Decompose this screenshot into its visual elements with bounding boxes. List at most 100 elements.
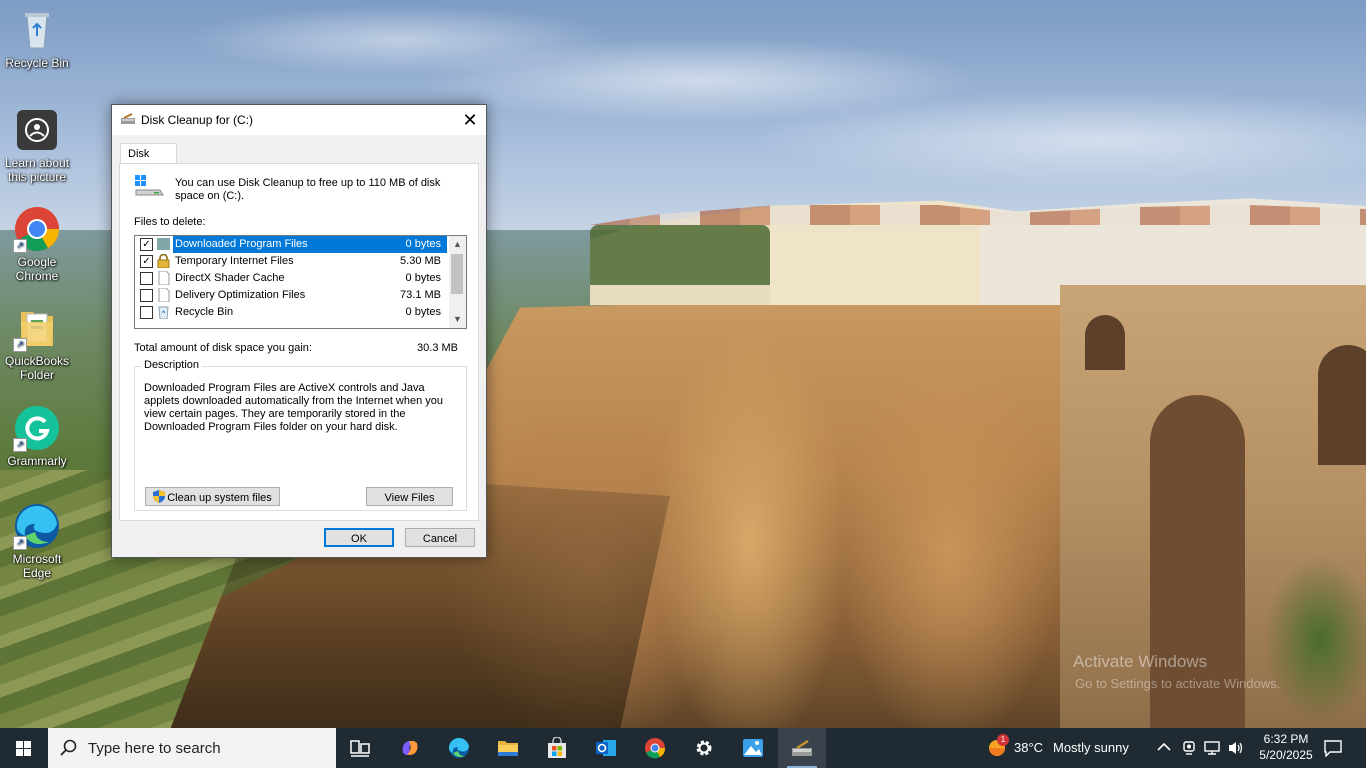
desktop-icon-quickbooks-folder[interactable]: ↗ QuickBooks Folder: [0, 304, 74, 382]
scroll-down-icon[interactable]: ▼: [449, 311, 466, 328]
microsoft-store-button[interactable]: [533, 728, 581, 768]
file-explorer-icon: [498, 741, 518, 756]
recycle-bin-icon: [13, 6, 61, 54]
file-row-temporary-internet-files[interactable]: ✓ Temporary Internet Files 5.30 MB: [135, 253, 447, 270]
file-size: 0 bytes: [405, 272, 441, 284]
network-button[interactable]: [1201, 728, 1223, 768]
file-row-downloaded-program-files[interactable]: ✓ Downloaded Program Files 0 bytes: [135, 236, 447, 253]
file-name: Delivery Optimization Files: [175, 289, 306, 301]
desktop-icon-grammarly[interactable]: ↗ Grammarly: [0, 404, 74, 468]
cancel-button[interactable]: Cancel: [405, 528, 475, 547]
dialog-title: Disk Cleanup for (C:): [141, 113, 254, 127]
scrollbar-thumb[interactable]: [451, 254, 463, 294]
desktop-icon-label: QuickBooks Folder: [4, 354, 70, 382]
weather-temperature: 38°C: [1014, 740, 1044, 755]
drive-icon: [134, 174, 164, 198]
clean-up-system-files-button[interactable]: Clean up system files: [145, 487, 280, 506]
info-text: You can use Disk Cleanup to free up to 1…: [175, 177, 441, 202]
clock-date: 5/20/2025: [1259, 748, 1313, 762]
checkbox-downloaded-program-files[interactable]: ✓: [140, 238, 153, 251]
desktop-icon-learn-about-picture[interactable]: Learn about this picture: [0, 106, 74, 184]
description-group: Description Downloaded Program Files are…: [134, 359, 467, 511]
file-explorer-button[interactable]: [484, 728, 532, 768]
taskbar-chrome-button[interactable]: [631, 728, 679, 768]
copilot-button[interactable]: [386, 728, 434, 768]
checkbox-recycle-bin[interactable]: [140, 306, 153, 319]
file-row-delivery-optimization-files[interactable]: Delivery Optimization Files 73.1 MB: [135, 287, 447, 304]
desktop-icon-label: Grammarly: [7, 454, 67, 468]
speaker-icon: [1229, 742, 1243, 754]
volume-button[interactable]: [1225, 728, 1247, 768]
notification-icon: [1324, 740, 1342, 757]
document-icon: [157, 287, 170, 303]
uac-shield-icon: [153, 490, 166, 503]
taskbar-disk-cleanup-button[interactable]: [778, 728, 826, 768]
wallpaper-ivy: [590, 225, 770, 285]
folder-icon: ↗: [13, 304, 61, 352]
checkbox-directx-shader-cache[interactable]: [140, 272, 153, 285]
grammarly-icon: ↗: [13, 404, 61, 452]
tray-device-button[interactable]: [1178, 728, 1200, 768]
desktop-icon-label: Recycle Bin: [5, 56, 69, 70]
close-button[interactable]: ✕: [454, 105, 486, 135]
total-gain-value: 30.3 MB: [417, 342, 458, 354]
gear-icon: [696, 740, 712, 756]
file-size: 0 bytes: [405, 306, 441, 318]
checkbox-delivery-optimization-files[interactable]: [140, 289, 153, 302]
desktop-icon-microsoft-edge[interactable]: ↗ Microsoft Edge: [0, 502, 74, 580]
disk-cleanup-icon: [792, 739, 812, 756]
start-button[interactable]: [0, 728, 48, 768]
file-size: 73.1 MB: [400, 289, 441, 301]
document-icon: [157, 270, 170, 286]
settings-button[interactable]: [680, 728, 728, 768]
file-size: 5.30 MB: [400, 255, 441, 267]
network-icon: [1204, 741, 1220, 755]
shortcut-arrow-icon: ↗: [13, 438, 27, 452]
clock-time: 6:32 PM: [1263, 732, 1309, 746]
chrome-icon: [645, 738, 666, 759]
clean-up-system-files-label: Clean up system files: [167, 492, 272, 504]
edge-icon: [448, 737, 469, 758]
file-row-recycle-bin[interactable]: Recycle Bin 0 bytes: [135, 304, 447, 321]
desktop-icon-google-chrome[interactable]: ↗ Google Chrome: [0, 205, 74, 283]
dialog-titlebar[interactable]: Disk Cleanup for (C:) ✕: [112, 105, 486, 135]
recycle-bin-icon: [157, 305, 170, 320]
tab-disk-cleanup[interactable]: Disk Cleanup: [120, 143, 177, 180]
description-legend: Description: [141, 359, 203, 371]
outlook-button[interactable]: [582, 728, 630, 768]
notifications-button[interactable]: [1320, 728, 1346, 768]
edge-icon: ↗: [13, 502, 61, 550]
photos-button[interactable]: [729, 728, 777, 768]
disk-cleanup-dialog: Disk Cleanup for (C:) ✕ Disk Cleanup You…: [111, 104, 487, 558]
chrome-icon: ↗: [13, 205, 61, 253]
desktop-icon-recycle-bin[interactable]: Recycle Bin: [0, 6, 74, 70]
copilot-icon: [402, 741, 418, 755]
ok-button[interactable]: OK: [324, 528, 394, 547]
photos-icon: [743, 739, 763, 757]
shortcut-arrow-icon: ↗: [13, 338, 27, 352]
checkbox-temporary-internet-files[interactable]: ✓: [140, 255, 153, 268]
search-icon: [60, 739, 77, 756]
view-files-button[interactable]: View Files: [366, 487, 453, 506]
show-hidden-icons-button[interactable]: [1154, 728, 1174, 768]
weather-notification-badge: 1: [997, 734, 1009, 746]
webcam-icon: [1183, 741, 1195, 755]
list-scrollbar[interactable]: ▲ ▼: [449, 236, 466, 328]
taskbar-clock[interactable]: 6:32 PM 5/20/2025: [1251, 731, 1321, 763]
description-text: Downloaded Program Files are ActiveX con…: [144, 382, 444, 433]
task-view-icon: [350, 740, 370, 757]
shortcut-arrow-icon: ↗: [13, 239, 27, 253]
folder-icon: [157, 237, 170, 251]
files-to-delete-list[interactable]: ✓ Downloaded Program Files 0 bytes ✓ Tem…: [134, 235, 467, 329]
file-name: Temporary Internet Files: [175, 255, 294, 267]
wallpaper-arch: [1318, 345, 1366, 465]
scroll-up-icon[interactable]: ▲: [449, 236, 466, 253]
file-row-directx-shader-cache[interactable]: DirectX Shader Cache 0 bytes: [135, 270, 447, 287]
taskbar-edge-button[interactable]: [435, 728, 483, 768]
taskbar-search-box[interactable]: Type here to search: [48, 728, 336, 768]
task-view-button[interactable]: [336, 728, 384, 768]
weather-condition: Mostly sunny: [1053, 740, 1129, 755]
activate-windows-title: Activate Windows: [1073, 652, 1208, 671]
outlook-icon: [596, 740, 616, 756]
camera-icon: [13, 106, 61, 154]
